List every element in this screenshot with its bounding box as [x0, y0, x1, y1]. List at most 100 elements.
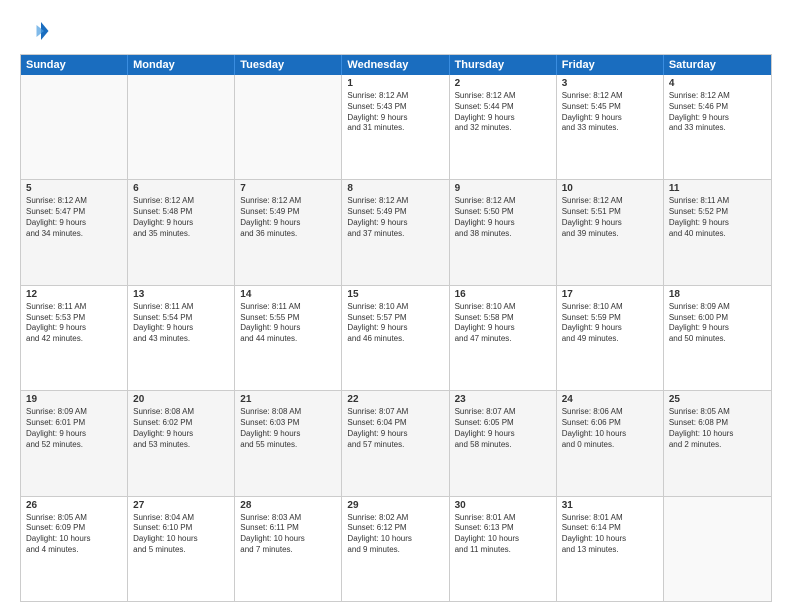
logo — [20, 16, 54, 46]
day-cell-28: 28 Sunrise: 8:03 AM Sunset: 6:11 PM Dayli… — [235, 497, 342, 601]
day-number: 3 — [562, 78, 658, 89]
calendar: SundayMondayTuesdayWednesdayThursdayFrid… — [20, 54, 772, 602]
day-number: 1 — [347, 78, 443, 89]
day-cell-empty-4-6 — [664, 497, 771, 601]
day-info: Sunrise: 8:12 AM Sunset: 5:50 PM Dayligh… — [455, 196, 551, 239]
day-number: 6 — [133, 183, 229, 194]
day-info: Sunrise: 8:10 AM Sunset: 5:57 PM Dayligh… — [347, 302, 443, 345]
header — [20, 16, 772, 46]
day-number: 13 — [133, 289, 229, 300]
day-cell-22: 22 Sunrise: 8:07 AM Sunset: 6:04 PM Dayli… — [342, 391, 449, 495]
day-cell-13: 13 Sunrise: 8:11 AM Sunset: 5:54 PM Dayli… — [128, 286, 235, 390]
day-number: 2 — [455, 78, 551, 89]
week-row-5: 26 Sunrise: 8:05 AM Sunset: 6:09 PM Dayli… — [21, 497, 771, 601]
header-day-sunday: Sunday — [21, 55, 128, 75]
day-number: 5 — [26, 183, 122, 194]
day-cell-30: 30 Sunrise: 8:01 AM Sunset: 6:13 PM Dayli… — [450, 497, 557, 601]
day-info: Sunrise: 8:07 AM Sunset: 6:04 PM Dayligh… — [347, 407, 443, 450]
day-number: 31 — [562, 500, 658, 511]
day-info: Sunrise: 8:04 AM Sunset: 6:10 PM Dayligh… — [133, 513, 229, 556]
day-number: 10 — [562, 183, 658, 194]
day-number: 9 — [455, 183, 551, 194]
day-cell-empty-0-1 — [128, 75, 235, 179]
day-info: Sunrise: 8:06 AM Sunset: 6:06 PM Dayligh… — [562, 407, 658, 450]
day-number: 26 — [26, 500, 122, 511]
page: SundayMondayTuesdayWednesdayThursdayFrid… — [0, 0, 792, 612]
day-info: Sunrise: 8:08 AM Sunset: 6:02 PM Dayligh… — [133, 407, 229, 450]
day-cell-25: 25 Sunrise: 8:05 AM Sunset: 6:08 PM Dayli… — [664, 391, 771, 495]
day-info: Sunrise: 8:11 AM Sunset: 5:52 PM Dayligh… — [669, 196, 766, 239]
day-number: 17 — [562, 289, 658, 300]
day-info: Sunrise: 8:12 AM Sunset: 5:47 PM Dayligh… — [26, 196, 122, 239]
day-cell-5: 5 Sunrise: 8:12 AM Sunset: 5:47 PM Daylig… — [21, 180, 128, 284]
day-info: Sunrise: 8:12 AM Sunset: 5:49 PM Dayligh… — [347, 196, 443, 239]
day-cell-24: 24 Sunrise: 8:06 AM Sunset: 6:06 PM Dayli… — [557, 391, 664, 495]
day-info: Sunrise: 8:10 AM Sunset: 5:59 PM Dayligh… — [562, 302, 658, 345]
day-cell-26: 26 Sunrise: 8:05 AM Sunset: 6:09 PM Dayli… — [21, 497, 128, 601]
header-day-monday: Monday — [128, 55, 235, 75]
day-cell-2: 2 Sunrise: 8:12 AM Sunset: 5:44 PM Daylig… — [450, 75, 557, 179]
header-day-friday: Friday — [557, 55, 664, 75]
day-number: 23 — [455, 394, 551, 405]
day-cell-empty-0-0 — [21, 75, 128, 179]
header-day-wednesday: Wednesday — [342, 55, 449, 75]
day-info: Sunrise: 8:12 AM Sunset: 5:46 PM Dayligh… — [669, 91, 766, 134]
day-number: 16 — [455, 289, 551, 300]
day-info: Sunrise: 8:10 AM Sunset: 5:58 PM Dayligh… — [455, 302, 551, 345]
header-day-saturday: Saturday — [664, 55, 771, 75]
day-info: Sunrise: 8:11 AM Sunset: 5:54 PM Dayligh… — [133, 302, 229, 345]
day-cell-17: 17 Sunrise: 8:10 AM Sunset: 5:59 PM Dayli… — [557, 286, 664, 390]
logo-icon — [20, 16, 50, 46]
day-cell-18: 18 Sunrise: 8:09 AM Sunset: 6:00 PM Dayli… — [664, 286, 771, 390]
day-cell-8: 8 Sunrise: 8:12 AM Sunset: 5:49 PM Daylig… — [342, 180, 449, 284]
header-day-thursday: Thursday — [450, 55, 557, 75]
day-cell-6: 6Sunrise: 8:12 AM Sunset: 5:48 PM Daylig… — [128, 180, 235, 284]
day-number: 28 — [240, 500, 336, 511]
day-number: 7 — [240, 183, 336, 194]
day-cell-27: 27 Sunrise: 8:04 AM Sunset: 6:10 PM Dayli… — [128, 497, 235, 601]
day-number: 11 — [669, 183, 766, 194]
day-info: Sunrise: 8:05 AM Sunset: 6:08 PM Dayligh… — [669, 407, 766, 450]
day-info: Sunrise: 8:12 AM Sunset: 5:45 PM Dayligh… — [562, 91, 658, 134]
day-info: Sunrise: 8:12 AM Sunset: 5:43 PM Dayligh… — [347, 91, 443, 134]
day-cell-21: 21 Sunrise: 8:08 AM Sunset: 6:03 PM Dayli… — [235, 391, 342, 495]
day-number: 18 — [669, 289, 766, 300]
day-cell-19: 19Sunrise: 8:09 AM Sunset: 6:01 PM Dayli… — [21, 391, 128, 495]
day-number: 8 — [347, 183, 443, 194]
day-cell-31: 31 Sunrise: 8:01 AM Sunset: 6:14 PM Dayli… — [557, 497, 664, 601]
week-row-2: 5 Sunrise: 8:12 AM Sunset: 5:47 PM Daylig… — [21, 180, 771, 285]
day-info: Sunrise: 8:12 AM Sunset: 5:49 PM Dayligh… — [240, 196, 336, 239]
day-cell-15: 15 Sunrise: 8:10 AM Sunset: 5:57 PM Dayli… — [342, 286, 449, 390]
day-cell-4: 4Sunrise: 8:12 AM Sunset: 5:46 PM Daylig… — [664, 75, 771, 179]
day-number: 15 — [347, 289, 443, 300]
day-number: 22 — [347, 394, 443, 405]
day-number: 19 — [26, 394, 122, 405]
day-info: Sunrise: 8:12 AM Sunset: 5:51 PM Dayligh… — [562, 196, 658, 239]
day-info: Sunrise: 8:02 AM Sunset: 6:12 PM Dayligh… — [347, 513, 443, 556]
day-number: 27 — [133, 500, 229, 511]
day-number: 29 — [347, 500, 443, 511]
day-info: Sunrise: 8:01 AM Sunset: 6:13 PM Dayligh… — [455, 513, 551, 556]
day-number: 25 — [669, 394, 766, 405]
day-info: Sunrise: 8:12 AM Sunset: 5:44 PM Dayligh… — [455, 91, 551, 134]
day-cell-16: 16 Sunrise: 8:10 AM Sunset: 5:58 PM Dayli… — [450, 286, 557, 390]
day-cell-empty-0-2 — [235, 75, 342, 179]
day-cell-1: 1 Sunrise: 8:12 AM Sunset: 5:43 PM Daylig… — [342, 75, 449, 179]
day-cell-12: 12Sunrise: 8:11 AM Sunset: 5:53 PM Dayli… — [21, 286, 128, 390]
day-number: 21 — [240, 394, 336, 405]
day-cell-9: 9 Sunrise: 8:12 AM Sunset: 5:50 PM Daylig… — [450, 180, 557, 284]
day-cell-14: 14Sunrise: 8:11 AM Sunset: 5:55 PM Dayli… — [235, 286, 342, 390]
day-info: Sunrise: 8:05 AM Sunset: 6:09 PM Dayligh… — [26, 513, 122, 556]
calendar-body: 1 Sunrise: 8:12 AM Sunset: 5:43 PM Daylig… — [21, 75, 771, 601]
day-info: Sunrise: 8:11 AM Sunset: 5:55 PM Dayligh… — [240, 302, 336, 345]
day-number: 24 — [562, 394, 658, 405]
week-row-1: 1 Sunrise: 8:12 AM Sunset: 5:43 PM Daylig… — [21, 75, 771, 180]
day-number: 30 — [455, 500, 551, 511]
day-cell-20: 20Sunrise: 8:08 AM Sunset: 6:02 PM Dayli… — [128, 391, 235, 495]
day-info: Sunrise: 8:09 AM Sunset: 6:00 PM Dayligh… — [669, 302, 766, 345]
day-info: Sunrise: 8:01 AM Sunset: 6:14 PM Dayligh… — [562, 513, 658, 556]
week-row-4: 19Sunrise: 8:09 AM Sunset: 6:01 PM Dayli… — [21, 391, 771, 496]
day-info: Sunrise: 8:08 AM Sunset: 6:03 PM Dayligh… — [240, 407, 336, 450]
day-info: Sunrise: 8:03 AM Sunset: 6:11 PM Dayligh… — [240, 513, 336, 556]
day-info: Sunrise: 8:11 AM Sunset: 5:53 PM Dayligh… — [26, 302, 122, 345]
